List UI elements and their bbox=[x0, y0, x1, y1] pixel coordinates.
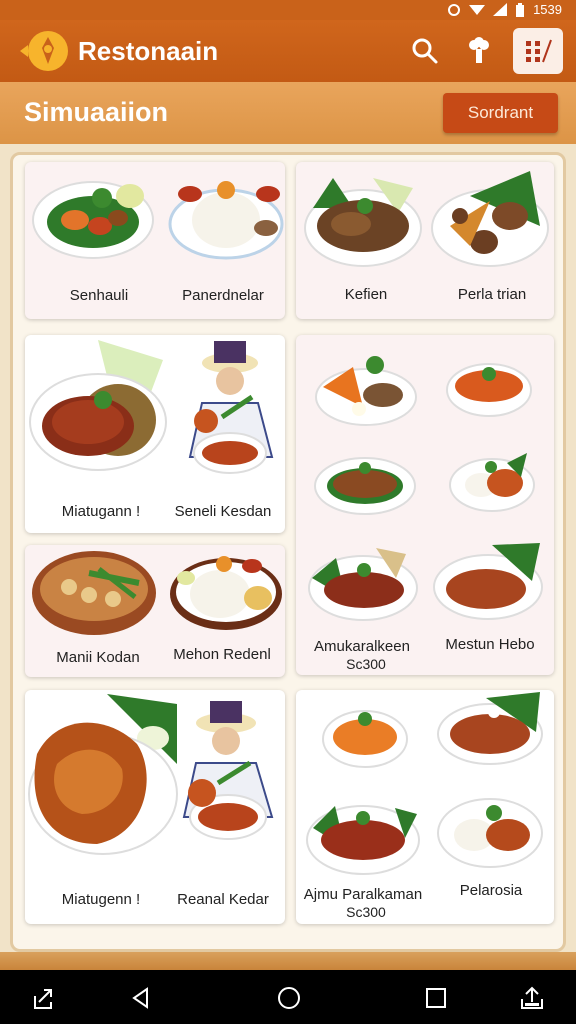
dish-name: Miatugann ! bbox=[61, 503, 141, 520]
dish-image[interactable] bbox=[168, 172, 284, 262]
home-icon[interactable] bbox=[274, 983, 304, 1013]
dish-name: Perla trian bbox=[457, 286, 527, 303]
dish-image[interactable] bbox=[28, 340, 170, 478]
dish-image[interactable] bbox=[320, 701, 410, 771]
battery-icon bbox=[516, 2, 525, 17]
dish-image[interactable] bbox=[444, 352, 534, 420]
wifi-icon bbox=[469, 5, 486, 15]
recents-icon[interactable] bbox=[421, 983, 451, 1013]
dish-price: Sc300 bbox=[346, 656, 386, 672]
dish-image[interactable] bbox=[430, 166, 550, 270]
dish-name: Mehon Redenl bbox=[173, 646, 271, 663]
dish-name: Reanal Kedar bbox=[177, 891, 269, 908]
page-title: Simuaaiion bbox=[24, 97, 169, 127]
dish-name: Kefien bbox=[344, 286, 388, 303]
dish-name: Pelarosia bbox=[459, 882, 523, 899]
app-bar: Restonaain bbox=[0, 20, 576, 82]
dish-name: Mestun Hebo bbox=[445, 636, 535, 653]
dish-name: Ajmu Paralkaman bbox=[303, 886, 423, 903]
dish-image[interactable] bbox=[29, 543, 159, 639]
dish-name: Seneli Kesdan bbox=[174, 503, 272, 520]
chef-icon[interactable] bbox=[462, 34, 496, 68]
dish-image[interactable] bbox=[303, 168, 423, 272]
dish-image[interactable] bbox=[30, 168, 156, 264]
sort-button[interactable]: Sordrant bbox=[443, 93, 558, 133]
dish-name: Miatugenn ! bbox=[61, 891, 141, 908]
back-icon[interactable] bbox=[126, 983, 156, 1013]
dish-image[interactable] bbox=[436, 789, 544, 871]
dish-image[interactable] bbox=[313, 446, 417, 518]
dish-image[interactable] bbox=[178, 697, 282, 853]
share-icon[interactable] bbox=[28, 983, 58, 1013]
dish-price: Sc300 bbox=[346, 904, 386, 920]
dish-name: Senhauli bbox=[69, 287, 129, 304]
restaurant-logo-icon[interactable] bbox=[18, 28, 72, 74]
dish-image[interactable] bbox=[436, 688, 544, 768]
dish-name: Panerdnelar bbox=[182, 287, 264, 304]
dish-image[interactable] bbox=[305, 788, 421, 876]
dish-image[interactable] bbox=[313, 347, 419, 429]
upload-icon[interactable] bbox=[517, 983, 547, 1013]
system-nav-bar bbox=[0, 970, 576, 1024]
alarm-icon bbox=[448, 3, 461, 16]
dish-image[interactable] bbox=[306, 538, 420, 622]
dish-name: Amukaralkeen bbox=[314, 638, 410, 655]
dish-image[interactable] bbox=[447, 447, 537, 515]
dish-image[interactable] bbox=[432, 535, 544, 621]
status-bar: 1539 bbox=[0, 0, 576, 20]
signal-icon bbox=[493, 3, 508, 16]
status-time: 1539 bbox=[533, 2, 562, 17]
dish-image[interactable] bbox=[168, 548, 284, 632]
dish-image[interactable] bbox=[27, 694, 181, 862]
search-icon[interactable] bbox=[408, 34, 442, 68]
dish-name: Manii Kodan bbox=[56, 649, 140, 666]
menu-grid-icon[interactable] bbox=[513, 28, 563, 74]
bottom-strip bbox=[0, 952, 576, 970]
app-title: Restonaain bbox=[78, 36, 219, 66]
dish-image[interactable] bbox=[182, 337, 282, 493]
